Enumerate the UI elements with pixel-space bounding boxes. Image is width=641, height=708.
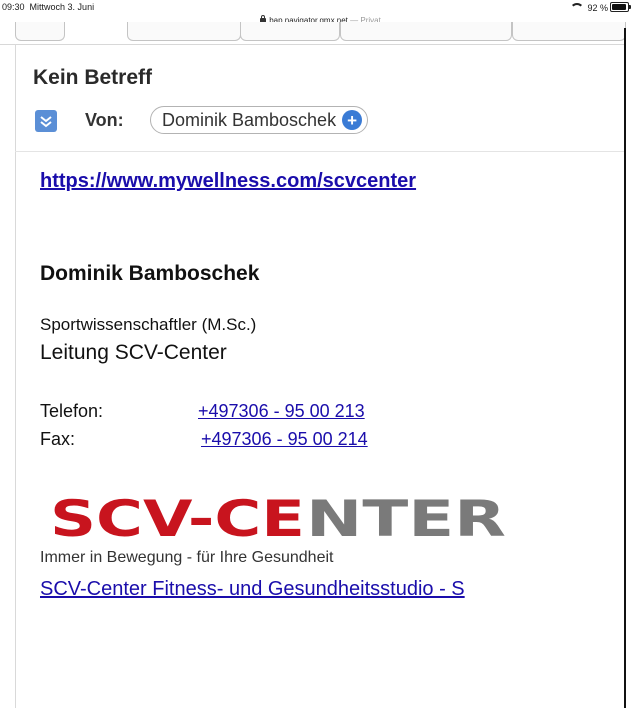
- studio-link[interactable]: SCV-Center Fitness- und Gesundheitsstudi…: [40, 578, 625, 601]
- toolbar-button-reply[interactable]: [127, 22, 241, 41]
- expand-header-button[interactable]: [35, 110, 57, 132]
- scv-center-logo: SCV-CE NTER: [50, 490, 510, 548]
- battery-icon: [610, 2, 631, 12]
- logo-tagline: Immer in Bewegung - für Ihre Gesundheit: [40, 549, 334, 566]
- toolbar-button-delete[interactable]: [512, 22, 626, 41]
- phone-label: Telefon:: [40, 401, 104, 421]
- fax-label: Fax:: [40, 429, 76, 449]
- scv-center-logo-graphic: SCV-CE NTER: [50, 490, 506, 548]
- fax-link[interactable]: +497306 - 95 00 214: [201, 429, 368, 450]
- message-subject: Kein Betreff: [33, 66, 153, 89]
- status-time-date: 09:30 Mittwoch 3. Juni: [2, 2, 95, 12]
- signature-role: Leitung SCV-Center: [40, 341, 227, 364]
- mail-toolbar: [0, 22, 626, 45]
- expand-chevron-icon: [40, 116, 52, 128]
- left-border: [15, 44, 16, 708]
- toolbar-button-back[interactable]: [15, 22, 65, 41]
- toolbar-button-move[interactable]: [340, 22, 512, 41]
- svg-text:NTER: NTER: [306, 492, 506, 542]
- battery-fill: [612, 4, 626, 10]
- plus-circle-icon[interactable]: +: [342, 110, 363, 130]
- signature-name: Dominik Bamboschek: [40, 262, 260, 285]
- phone-link[interactable]: +497306 - 95 00 213: [198, 401, 365, 422]
- status-indicators: 92 %: [570, 2, 631, 13]
- svg-text:SCV-CE: SCV-CE: [50, 492, 305, 542]
- sender-chip[interactable]: Dominik Bamboschek +: [150, 106, 369, 134]
- sender-name: Dominik Bamboschek: [162, 109, 337, 130]
- wifi-icon: [570, 3, 585, 11]
- from-label: Von:: [85, 110, 124, 130]
- right-border: [624, 28, 626, 708]
- battery-percent: 92 %: [587, 3, 608, 13]
- toolbar-button-forward[interactable]: [240, 22, 340, 41]
- mywellness-link[interactable]: https://www.mywellness.com/scvcenter: [40, 170, 416, 193]
- signature-title: Sportwissenschaftler (M.Sc.): [40, 315, 257, 334]
- header-divider: [15, 151, 624, 152]
